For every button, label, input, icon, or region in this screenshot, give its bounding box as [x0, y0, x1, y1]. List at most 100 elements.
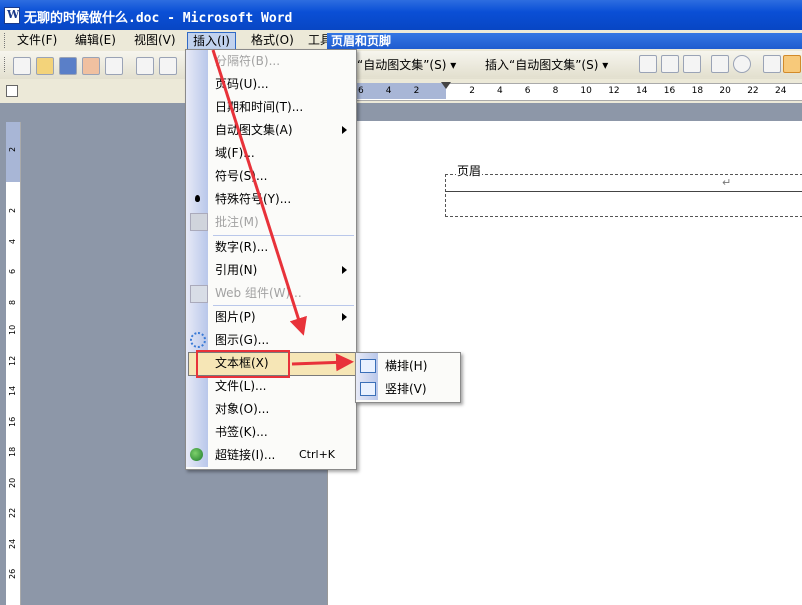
menu-insert[interactable]: 插入(I) — [187, 32, 236, 50]
web-component-icon — [190, 285, 208, 303]
menu-view[interactable]: 视图(V) — [129, 32, 181, 48]
vertical-ruler-tick-label: 22 — [8, 507, 17, 518]
comment-icon — [190, 213, 208, 231]
permission-icon[interactable] — [82, 57, 100, 75]
insert-time-icon[interactable] — [733, 55, 751, 73]
menu-item-reference[interactable]: 引用(N) — [215, 260, 257, 280]
menu-item-textbox[interactable]: 文本框(X) — [215, 353, 269, 373]
vertical-ruler-tick-label: 8 — [8, 299, 17, 305]
vertical-ruler-tick-label: 18 — [8, 446, 17, 457]
vertical-ruler-margin-shade — [6, 122, 20, 182]
vertical-textbox-icon — [360, 382, 376, 396]
header-region[interactable] — [445, 174, 802, 217]
menu-item-object[interactable]: 对象(O)... — [215, 399, 269, 419]
reference-submenu-arrow-icon — [342, 266, 347, 274]
insert-autotext-dropdown-2[interactable]: 插入“自动图文集”(S) ▾ — [485, 56, 608, 73]
vertical-ruler-tick-label: 10 — [8, 324, 17, 335]
vertical-ruler-tick-label: 16 — [8, 416, 17, 427]
ruler-tick-label: 14 — [636, 86, 648, 96]
header-footer-toolbar-title: 页眉和页脚 — [327, 33, 802, 49]
header-footer-toolbar: “自动图文集”(S) ▾ 插入“自动图文集”(S) ▾ — [327, 51, 802, 77]
vertical-ruler-tick-label: 12 — [8, 355, 17, 366]
vertical-ruler-tick-label: 20 — [8, 477, 17, 488]
ruler-tick-label: 8 — [552, 86, 559, 96]
format-page-number-icon[interactable] — [683, 55, 701, 73]
menu-item-page-numbers[interactable]: 页码(U)... — [215, 74, 269, 94]
menu-item-field[interactable]: 域(F)... — [215, 143, 255, 163]
menu-item-break[interactable]: 分隔符(B)... — [215, 51, 280, 71]
ruler-tick-label: 2 — [413, 86, 420, 96]
hyperlink-globe-icon — [190, 448, 203, 461]
vertical-ruler-tick-label: 24 — [8, 538, 17, 549]
print-preview-icon[interactable] — [159, 57, 177, 75]
menu-item-diagram[interactable]: 图示(G)... — [215, 330, 269, 350]
vertical-ruler-tick-label: 26 — [8, 568, 17, 579]
textbox-submenu-arrow-icon — [342, 359, 347, 367]
title-bar: 无聊的时候做什么.doc - Microsoft Word — [0, 0, 802, 30]
save-icon[interactable] — [59, 57, 77, 75]
menu-edit[interactable]: 编辑(E) — [70, 32, 121, 48]
ruler-tick-label: 22 — [747, 86, 759, 96]
menu-item-number[interactable]: 数字(R)... — [215, 237, 268, 257]
menu-icon-strip — [186, 50, 208, 467]
hyperlink-shortcut: Ctrl+K — [299, 448, 336, 461]
ruler-tick-label: 2 — [469, 86, 475, 96]
vertical-ruler-tick-label: 6 — [8, 268, 17, 274]
ruler-margin-shade — [356, 83, 446, 99]
print-icon[interactable] — [136, 57, 154, 75]
ruler-tick-label: 20 — [719, 86, 731, 96]
tab-selector-icon[interactable] — [6, 85, 18, 97]
menu-item-comment[interactable]: 批注(M) — [215, 212, 259, 232]
open-folder-icon[interactable] — [36, 57, 54, 75]
header-label: 页眉 — [456, 162, 483, 179]
vertical-ruler-tick-label: 2 — [8, 146, 17, 152]
menu-item-picture[interactable]: 图片(P) — [215, 307, 256, 327]
menu-separator — [213, 235, 354, 236]
menu-item-date-time[interactable]: 日期和时间(T)... — [215, 97, 303, 117]
page-count-icon[interactable] — [661, 55, 679, 73]
menu-item-autotext[interactable]: 自动图文集(A) — [215, 120, 293, 140]
page-setup-icon[interactable] — [763, 55, 781, 73]
vertical-ruler-tick-label: 4 — [8, 238, 17, 244]
window-title: 无聊的时候做什么.doc - Microsoft Word — [24, 11, 293, 26]
vertical-ruler-tick-label: 2 — [8, 207, 17, 213]
menu-separator — [213, 305, 354, 306]
horizontal-textbox-icon — [360, 359, 376, 373]
submenu-item-vertical[interactable]: 竖排(V) — [385, 379, 427, 399]
submenu-item-horizontal[interactable]: 横排(H) — [385, 356, 427, 376]
ruler-tick-label: 6 — [524, 86, 531, 96]
insert-autotext-dropdown-1[interactable]: “自动图文集”(S) ▾ — [357, 56, 456, 73]
autotext-submenu-arrow-icon — [342, 126, 347, 134]
ruler-tick-label: 10 — [580, 86, 592, 96]
indent-marker-icon[interactable] — [441, 82, 451, 89]
vertical-ruler-tick-label: 14 — [8, 385, 17, 396]
menu-item-web-component[interactable]: Web 组件(W)... — [215, 283, 302, 303]
ruler-tick-label: 4 — [385, 86, 392, 96]
ruler-tick-label: 6 — [358, 86, 364, 96]
menu-file[interactable]: 文件(F) — [12, 32, 62, 48]
ruler-tick-label: 24 — [775, 86, 787, 96]
toolbar-grip[interactable] — [4, 57, 8, 72]
picture-submenu-arrow-icon — [342, 313, 347, 321]
menu-item-symbol[interactable]: 符号(S)... — [215, 166, 267, 186]
header-divider — [445, 191, 802, 192]
word-app-icon[interactable] — [4, 7, 20, 24]
menu-item-bookmark[interactable]: 书签(K)... — [215, 422, 268, 442]
page-number-icon[interactable] — [639, 55, 657, 73]
show-hide-text-icon[interactable] — [783, 55, 801, 73]
special-symbol-icon — [195, 195, 200, 202]
menu-item-file[interactable]: 文件(L)... — [215, 376, 267, 396]
menu-item-hyperlink[interactable]: 超链接(I)... — [215, 445, 275, 465]
ruler-tick-label: 12 — [608, 86, 620, 96]
menubar-grip[interactable] — [4, 33, 8, 48]
insert-date-icon[interactable] — [711, 55, 729, 73]
menu-format[interactable]: 格式(O) — [246, 32, 299, 48]
diagram-icon — [190, 332, 206, 348]
email-icon[interactable] — [105, 57, 123, 75]
ruler-tick-label: 4 — [497, 86, 503, 96]
menu-item-special-symbol[interactable]: 特殊符号(Y)... — [215, 189, 291, 209]
ruler-tick-label: 16 — [663, 86, 676, 96]
new-document-icon[interactable] — [13, 57, 31, 75]
ruler-tick-label: 18 — [691, 86, 704, 96]
paragraph-mark: ↵ — [722, 176, 732, 189]
